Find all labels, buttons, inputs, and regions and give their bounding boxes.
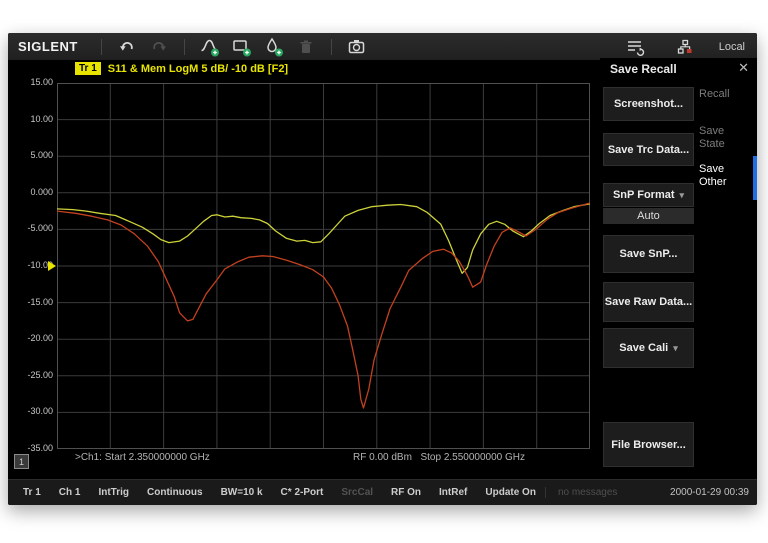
button-label: SnP Format: [613, 189, 675, 201]
y-axis-tick-label: -25.00: [8, 370, 53, 380]
chevron-down-icon: ▾: [680, 190, 685, 201]
save-trc-data-button[interactable]: Save Trc Data...: [603, 133, 694, 166]
status-datetime: 2000-01-29 00:39: [670, 487, 757, 498]
screenshot-button[interactable]: Screenshot...: [603, 87, 694, 121]
y-axis-tick-label: -10.00: [8, 260, 53, 270]
snp-format-dropdown[interactable]: SnP Format ▾: [603, 183, 694, 207]
rf-power-label[interactable]: RF 0.00 dBm: [353, 452, 412, 463]
button-label: File Browser...: [611, 439, 686, 451]
value-label: Auto: [637, 210, 660, 222]
toolbar-separator: [101, 39, 102, 55]
button-label: Save Cali: [619, 342, 668, 354]
status-reference[interactable]: IntRef: [430, 487, 476, 498]
button-label: Save Trc Data...: [608, 144, 689, 156]
y-axis-tick-label: 15.00: [8, 77, 53, 87]
y-axis-tick-label: 5.000: [8, 150, 53, 160]
save-recall-panel: Save Recall ✕ Screenshot... Save Trc Dat…: [600, 58, 757, 477]
y-axis-tick-label: 10.00: [8, 114, 53, 124]
file-browser-button[interactable]: File Browser...: [603, 422, 694, 467]
add-trace-icon[interactable]: [200, 37, 220, 57]
channel-start-label[interactable]: >Ch1: Start 2.350000000 GHz: [75, 452, 210, 463]
camera-screenshot-icon[interactable]: [347, 37, 367, 57]
button-label: Save SnP...: [620, 248, 678, 260]
close-icon[interactable]: ✕: [738, 60, 749, 76]
delete-trace-icon: [296, 37, 316, 57]
status-bar: Tr 1 Ch 1 IntTrig Continuous BW=10 k C* …: [8, 479, 757, 505]
reference-level-marker[interactable]: [48, 261, 56, 271]
trace-badge[interactable]: Tr 1: [75, 62, 101, 75]
y-axis-tick-label: 0.000: [8, 187, 53, 197]
lan-status-icon[interactable]: [675, 37, 695, 57]
channel-stop-label[interactable]: Stop 2.550000000 GHz: [420, 452, 525, 463]
status-sweep-mode[interactable]: Continuous: [138, 487, 212, 498]
y-axis-tick-label: -30.00: [8, 406, 53, 416]
save-cali-dropdown[interactable]: Save Cali ▾: [603, 328, 694, 368]
save-raw-data-button[interactable]: Save Raw Data...: [603, 282, 694, 322]
active-tab-indicator: [753, 156, 757, 200]
toolbar-separator: [331, 39, 332, 55]
toolbar-separator: [184, 39, 185, 55]
tab-save-other[interactable]: Save Other: [699, 163, 751, 189]
y-axis-tick-label: -5.000: [8, 223, 53, 233]
top-toolbar: SIGLENT: [8, 33, 757, 60]
status-srccal: SrcCal: [332, 487, 382, 498]
save-snp-button[interactable]: Save SnP...: [603, 235, 694, 273]
tab-save-state[interactable]: Save State: [699, 125, 751, 151]
add-marker-icon[interactable]: [264, 37, 284, 57]
window-number-badge[interactable]: 1: [14, 454, 29, 469]
button-label: Save Raw Data...: [605, 296, 692, 308]
status-message: no messages: [545, 487, 629, 498]
siglent-logo: SIGLENT: [18, 39, 78, 54]
s11-chart: [57, 83, 590, 449]
trace-header: Tr 1 S11 & Mem LogM 5 dB/ -10 dB [F2]: [75, 62, 288, 75]
toolbar-right-group: Local: [619, 37, 745, 57]
undo-icon[interactable]: [117, 37, 137, 57]
status-trigger[interactable]: IntTrig: [89, 487, 138, 498]
status-rf[interactable]: RF On: [382, 487, 430, 498]
trace-settings-label[interactable]: S11 & Mem LogM 5 dB/ -10 dB [F2]: [108, 63, 288, 75]
panel-title: Save Recall: [610, 62, 677, 76]
chevron-down-icon: ▾: [673, 343, 678, 354]
status-trace[interactable]: Tr 1: [14, 487, 50, 498]
button-label: Screenshot...: [614, 98, 683, 110]
local-mode-label[interactable]: Local: [719, 41, 745, 53]
status-channel[interactable]: Ch 1: [50, 487, 90, 498]
tab-recall[interactable]: Recall: [699, 88, 751, 101]
snp-format-value[interactable]: Auto: [603, 208, 694, 224]
vna-screen: SIGLENT: [8, 33, 757, 505]
y-axis-tick-label: -35.00: [8, 443, 53, 453]
status-bandwidth[interactable]: BW=10 k: [212, 487, 272, 498]
status-cal-ports[interactable]: C* 2-Port: [272, 487, 333, 498]
status-update[interactable]: Update On: [476, 487, 545, 498]
y-axis-tick-label: -20.00: [8, 333, 53, 343]
page: SIGLENT: [0, 0, 768, 543]
y-axis-tick-label: -15.00: [8, 297, 53, 307]
toolbar-menu-icon[interactable]: [625, 37, 645, 57]
add-window-icon[interactable]: [232, 37, 252, 57]
redo-icon: [149, 37, 169, 57]
